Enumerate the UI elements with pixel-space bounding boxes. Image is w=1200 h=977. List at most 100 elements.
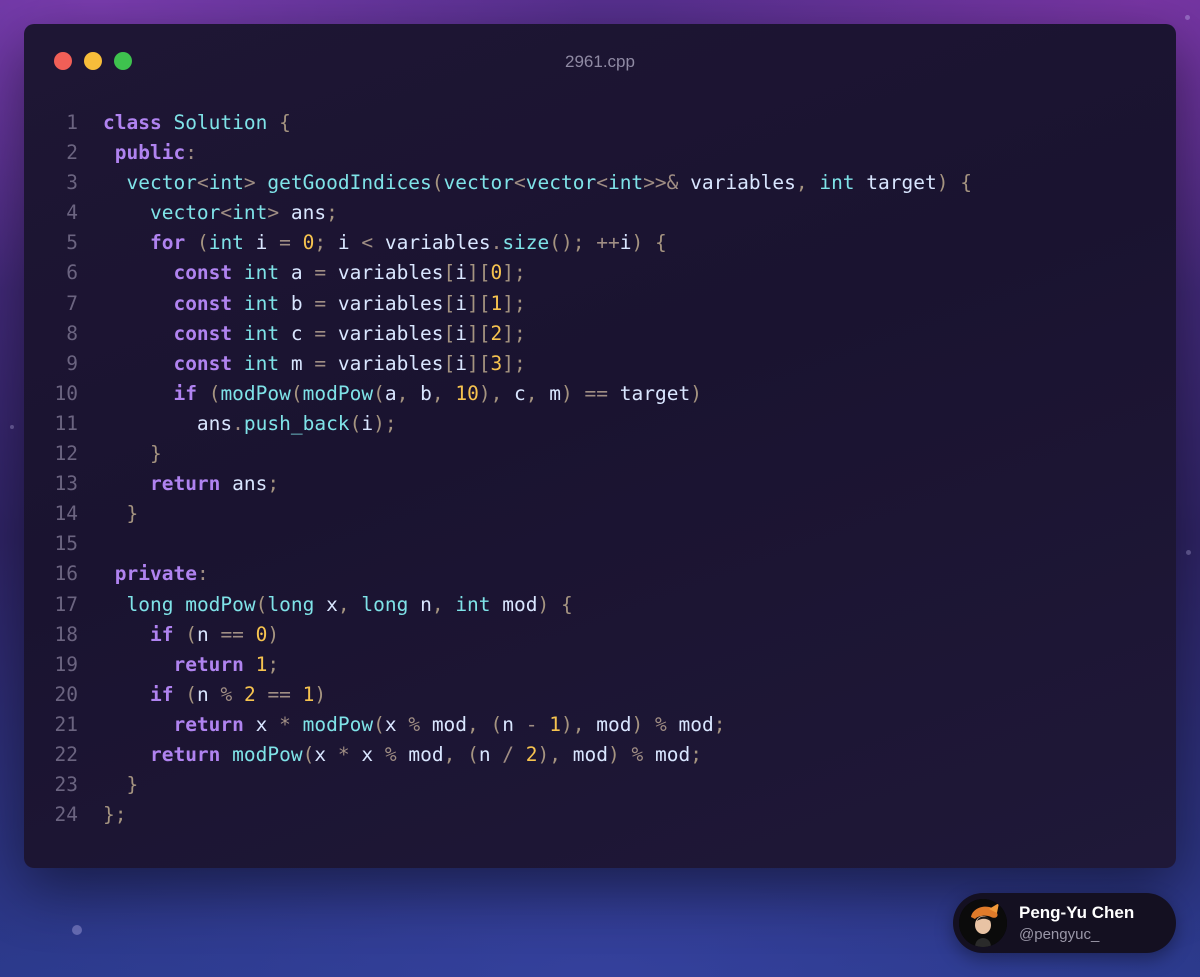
code-token: ;: [713, 712, 726, 736]
code-token: ): [561, 381, 573, 405]
code-token: x: [314, 742, 338, 766]
code-token: ;: [326, 201, 338, 225]
code-token: >: [267, 201, 280, 225]
code-token: a: [279, 261, 315, 285]
author-badge[interactable]: Peng-Yu Chen @pengyuc_: [953, 893, 1176, 953]
code-token: m: [537, 381, 562, 405]
line-source: return modPow(x * x % mod, (n / 2), mod)…: [103, 740, 702, 770]
code-token: >>&: [643, 171, 679, 195]
code-token: size: [502, 231, 550, 255]
code-line: 12 }: [24, 439, 1176, 469]
avatar-image: [959, 899, 1007, 947]
line-number: 17: [54, 592, 78, 616]
code-line: 11 ans.push_back(i);: [24, 409, 1176, 439]
code-token: ]: [502, 291, 515, 315]
code-token: int: [607, 171, 644, 195]
code-line: 17 long modPow(long x, long n, int mod) …: [24, 590, 1176, 620]
code-token: ]: [502, 351, 515, 375]
code-token: return: [149, 472, 221, 496]
code-token: {: [960, 171, 972, 195]
code-line: 24};: [24, 800, 1176, 830]
code-token: const: [173, 321, 233, 345]
code-token: for: [149, 231, 186, 255]
code-token: <: [196, 171, 209, 195]
code-token: ,: [396, 381, 409, 405]
code-token: variables: [678, 171, 796, 195]
line-source: const int c = variables[i][2];: [103, 319, 525, 349]
code-token: ,: [431, 592, 444, 616]
code-token: int: [243, 351, 280, 375]
bg-dot: [1186, 550, 1191, 555]
code-token: %: [631, 742, 644, 766]
code-token: %: [384, 742, 397, 766]
code-token: =: [314, 351, 327, 375]
code-token: ans: [103, 411, 233, 435]
code-window: 2961.cpp 1 class Solution {2 public: 3 vec…: [24, 24, 1176, 868]
code-token: mod: [561, 742, 609, 766]
bg-dot: [72, 925, 82, 935]
code-token: const: [173, 351, 233, 375]
code-token: (: [255, 592, 268, 616]
line-source: if (n == 0): [103, 620, 279, 650]
code-token: n: [408, 592, 432, 616]
code-token: (: [373, 381, 385, 405]
code-token: target: [854, 171, 937, 195]
code-token: ,: [549, 742, 562, 766]
code-token: 0: [490, 261, 503, 285]
code-token: x: [349, 742, 385, 766]
code-token: n: [196, 622, 221, 646]
code-token: (): [549, 231, 573, 255]
code-token: {: [279, 111, 291, 134]
code-token: 3: [490, 351, 503, 375]
code-token: ;: [514, 261, 526, 285]
code-token: }: [126, 502, 139, 526]
bg-dot: [1185, 15, 1190, 20]
code-token: int: [455, 592, 491, 616]
code-token: variables: [326, 351, 444, 375]
line-source: return ans;: [103, 469, 279, 499]
code-line: 13 return ans;: [24, 469, 1176, 499]
code-token: i: [455, 351, 468, 375]
code-token: ,: [431, 381, 444, 405]
code-token: ;: [514, 351, 526, 375]
code-token: ;: [267, 472, 280, 496]
code-token: n: [196, 682, 221, 706]
code-line: 23 }: [24, 770, 1176, 800]
code-token: (: [467, 742, 479, 766]
line-number: 15: [54, 532, 78, 556]
code-token: /: [502, 742, 515, 766]
code-token: variables: [326, 291, 444, 315]
line-source: public:: [103, 138, 197, 168]
code-token: int: [243, 321, 280, 345]
code-token: ,: [490, 381, 503, 405]
code-token: <: [514, 171, 526, 195]
code-token: int: [819, 171, 855, 195]
code-token: ): [314, 682, 327, 706]
code-token: (: [185, 622, 197, 646]
code-token: }: [149, 442, 162, 466]
code-token: vector: [525, 171, 597, 195]
file-name: 2961.cpp: [565, 52, 635, 71]
code-token: ): [537, 592, 550, 616]
code-token: ]: [502, 261, 515, 285]
code-token: ans: [279, 201, 327, 225]
code-block[interactable]: 1 class Solution {2 public: 3 vector<int> …: [24, 108, 1176, 830]
